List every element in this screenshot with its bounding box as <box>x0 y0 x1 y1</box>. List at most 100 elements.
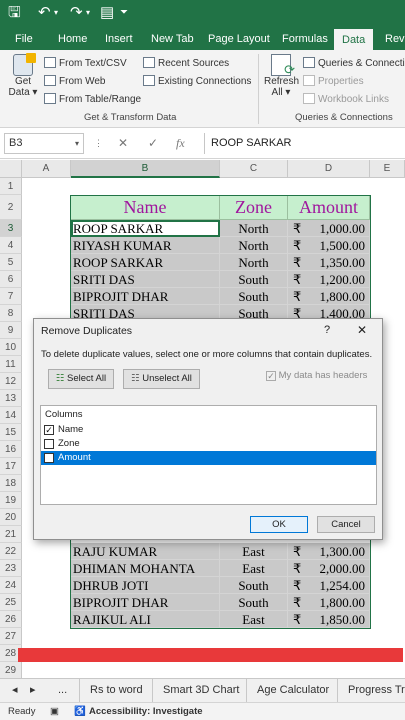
tab-home[interactable]: Home <box>58 28 87 50</box>
cell-zone[interactable]: North <box>220 254 288 271</box>
cell-zone[interactable]: East <box>220 560 288 577</box>
column-header-a[interactable]: A <box>22 160 71 178</box>
tab-file[interactable]: File <box>15 28 33 50</box>
checkbox-icon[interactable] <box>44 453 54 463</box>
row-header[interactable]: 17 <box>0 458 22 475</box>
from-web-button[interactable]: From Web <box>44 75 106 87</box>
cell-zone[interactable]: East <box>220 543 288 560</box>
cell-amount[interactable]: ₹1,000.00 <box>288 220 370 237</box>
workbook-links-button[interactable]: Workbook Links <box>303 93 389 105</box>
tab-review[interactable]: Revie <box>385 28 405 50</box>
row-header[interactable]: 1 <box>0 178 22 195</box>
row-header[interactable]: 7 <box>0 288 22 305</box>
row-header[interactable]: 25 <box>0 594 22 611</box>
column-item-name[interactable]: ✓ Name <box>41 423 376 437</box>
column-header-e[interactable]: E <box>370 160 405 178</box>
cell-amount[interactable]: ₹1,300.00 <box>288 543 370 560</box>
cell-name[interactable]: RAJIKUL ALI <box>71 611 220 628</box>
help-button[interactable]: ? <box>324 324 330 336</box>
tab-insert[interactable]: Insert <box>105 28 133 50</box>
cell-zone[interactable]: East <box>220 611 288 628</box>
name-box-dropdown-icon[interactable]: ▾ <box>75 134 79 153</box>
insert-function-icon[interactable]: fx <box>176 133 185 154</box>
row-header[interactable]: 5 <box>0 254 22 271</box>
row-header[interactable]: 16 <box>0 441 22 458</box>
row-header[interactable]: 15 <box>0 424 22 441</box>
cell-zone[interactable]: South <box>220 577 288 594</box>
tab-new-tab[interactable]: New Tab <box>151 28 194 50</box>
cell-amount[interactable]: ₹2,000.00 <box>288 560 370 577</box>
recent-sources-button[interactable]: Recent Sources <box>143 57 229 69</box>
from-table-range-button[interactable]: From Table/Range <box>44 93 141 105</box>
cell-name[interactable]: RAJU KUMAR <box>71 543 220 560</box>
row-header[interactable]: 11 <box>0 356 22 373</box>
row-header[interactable]: 18 <box>0 475 22 492</box>
cell-name[interactable]: ROOP SARKAR <box>71 220 220 237</box>
redo-icon[interactable]: ↷ <box>70 4 83 22</box>
cell-name[interactable]: ROOP SARKAR <box>71 254 220 271</box>
row-header[interactable]: 24 <box>0 577 22 594</box>
undo-icon[interactable]: ↶ <box>38 4 51 22</box>
row-header[interactable]: 13 <box>0 390 22 407</box>
header-zone[interactable]: Zone <box>220 195 288 220</box>
column-header-b[interactable]: B <box>71 160 220 178</box>
formula-input[interactable]: ROOP SARKAR <box>204 133 404 154</box>
scroll-prev-sheet-icon[interactable]: ▸ <box>22 679 36 702</box>
queries-connections-button[interactable]: Queries & Connectio <box>303 57 405 69</box>
name-box[interactable]: B3 ▾ <box>4 133 84 154</box>
row-header[interactable]: 3 <box>0 220 22 237</box>
enter-icon[interactable]: ✓ <box>148 133 158 154</box>
cell-amount[interactable]: ₹1,500.00 <box>288 237 370 254</box>
more-sheets-icon[interactable]: ... <box>52 679 67 702</box>
cancel-button[interactable]: Cancel <box>317 516 375 533</box>
cell-name[interactable]: SRITI DAS <box>71 271 220 288</box>
row-header[interactable]: 29 <box>0 662 22 678</box>
ok-button[interactable]: OK <box>250 516 308 533</box>
macro-record-icon[interactable]: ▣ <box>50 703 59 720</box>
scroll-first-sheet-icon[interactable]: ◂ <box>4 679 18 702</box>
cell-amount[interactable]: ₹1,800.00 <box>288 288 370 305</box>
cell-name[interactable]: BIPROJIT DHAR <box>71 288 220 305</box>
row-header[interactable]: 21 <box>0 526 22 543</box>
sheet-tab-smart-3d-chart[interactable]: Smart 3D Chart <box>152 679 239 702</box>
sheet-tab-rs-to-word[interactable]: Rs to word <box>79 679 143 702</box>
cancel-icon[interactable]: ✕ <box>118 133 128 154</box>
cell-name[interactable]: DHIMAN MOHANTA <box>71 560 220 577</box>
accessibility-icon[interactable]: ♿ <box>74 703 86 720</box>
cell-amount[interactable]: ₹1,254.00 <box>288 577 370 594</box>
row-header[interactable]: 9 <box>0 322 22 339</box>
row-header[interactable]: 10 <box>0 339 22 356</box>
sheet-tab-progress-tracker[interactable]: Progress Tra <box>337 679 405 702</box>
cell-amount[interactable]: ₹1,200.00 <box>288 271 370 288</box>
properties-button[interactable]: Properties <box>303 75 364 87</box>
header-name[interactable]: Name <box>71 195 220 220</box>
row-header[interactable]: 23 <box>0 560 22 577</box>
row-header[interactable]: 8 <box>0 305 22 322</box>
columns-listbox[interactable]: Columns ✓ Name Zone Amount <box>40 405 377 505</box>
unselect-all-button[interactable]: ☷ Unselect All <box>123 369 200 389</box>
checkbox-icon[interactable] <box>44 439 54 449</box>
row-header[interactable]: 27 <box>0 628 22 645</box>
undo-dropdown-icon[interactable]: ▾ <box>54 4 58 22</box>
row-header[interactable]: 6 <box>0 271 22 288</box>
cell-name[interactable]: BIPROJIT DHAR <box>71 594 220 611</box>
cell-name[interactable]: RIYASH KUMAR <box>71 237 220 254</box>
cell-zone[interactable]: North <box>220 220 288 237</box>
column-item-zone[interactable]: Zone <box>41 437 376 451</box>
refresh-all-button[interactable]: ⟳ Refresh All ▾ <box>264 54 299 98</box>
cell-zone[interactable]: North <box>220 237 288 254</box>
row-header[interactable]: 2 <box>0 195 22 220</box>
tab-formulas[interactable]: Formulas <box>282 28 328 50</box>
column-header-c[interactable]: C <box>220 160 288 178</box>
cell-amount[interactable]: ₹1,850.00 <box>288 611 370 628</box>
row-header[interactable]: 26 <box>0 611 22 628</box>
row-header[interactable]: 12 <box>0 373 22 390</box>
row-header[interactable]: 20 <box>0 509 22 526</box>
close-button[interactable]: ✕ <box>357 323 367 337</box>
tab-page-layout[interactable]: Page Layout <box>208 28 270 50</box>
row-header[interactable]: 4 <box>0 237 22 254</box>
save-icon[interactable]: 🖫 <box>8 4 21 22</box>
cell-amount[interactable]: ₹1,800.00 <box>288 594 370 611</box>
cell-zone[interactable]: South <box>220 288 288 305</box>
tab-data[interactable]: Data <box>334 28 374 50</box>
